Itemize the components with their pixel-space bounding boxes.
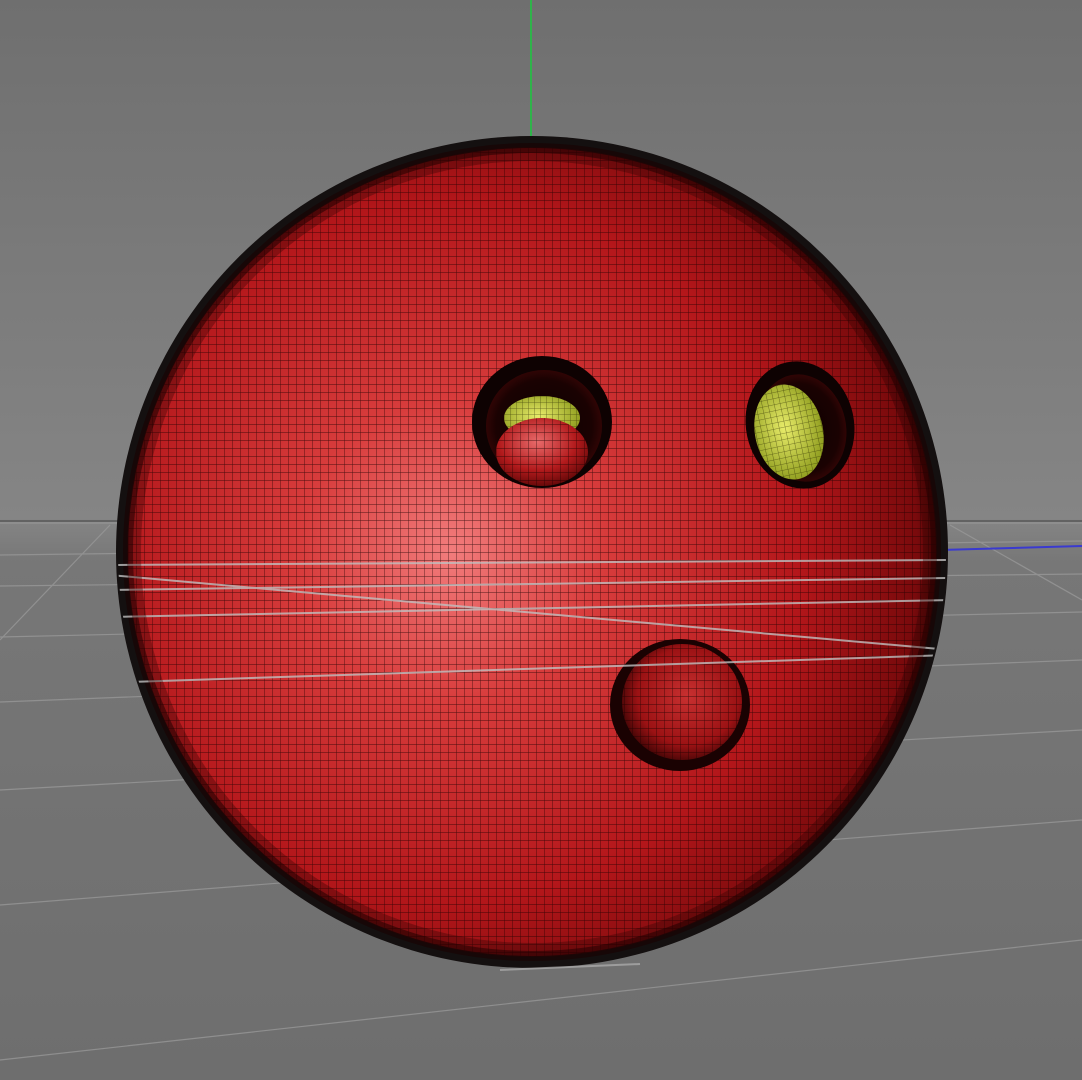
- viewport-canvas[interactable]: [0, 0, 1082, 1080]
- 3d-viewport[interactable]: [0, 0, 1082, 1080]
- thumb-hole: [610, 639, 750, 771]
- finger-hole-1: [472, 356, 612, 488]
- bowling-ball-mesh[interactable]: [110, 136, 950, 968]
